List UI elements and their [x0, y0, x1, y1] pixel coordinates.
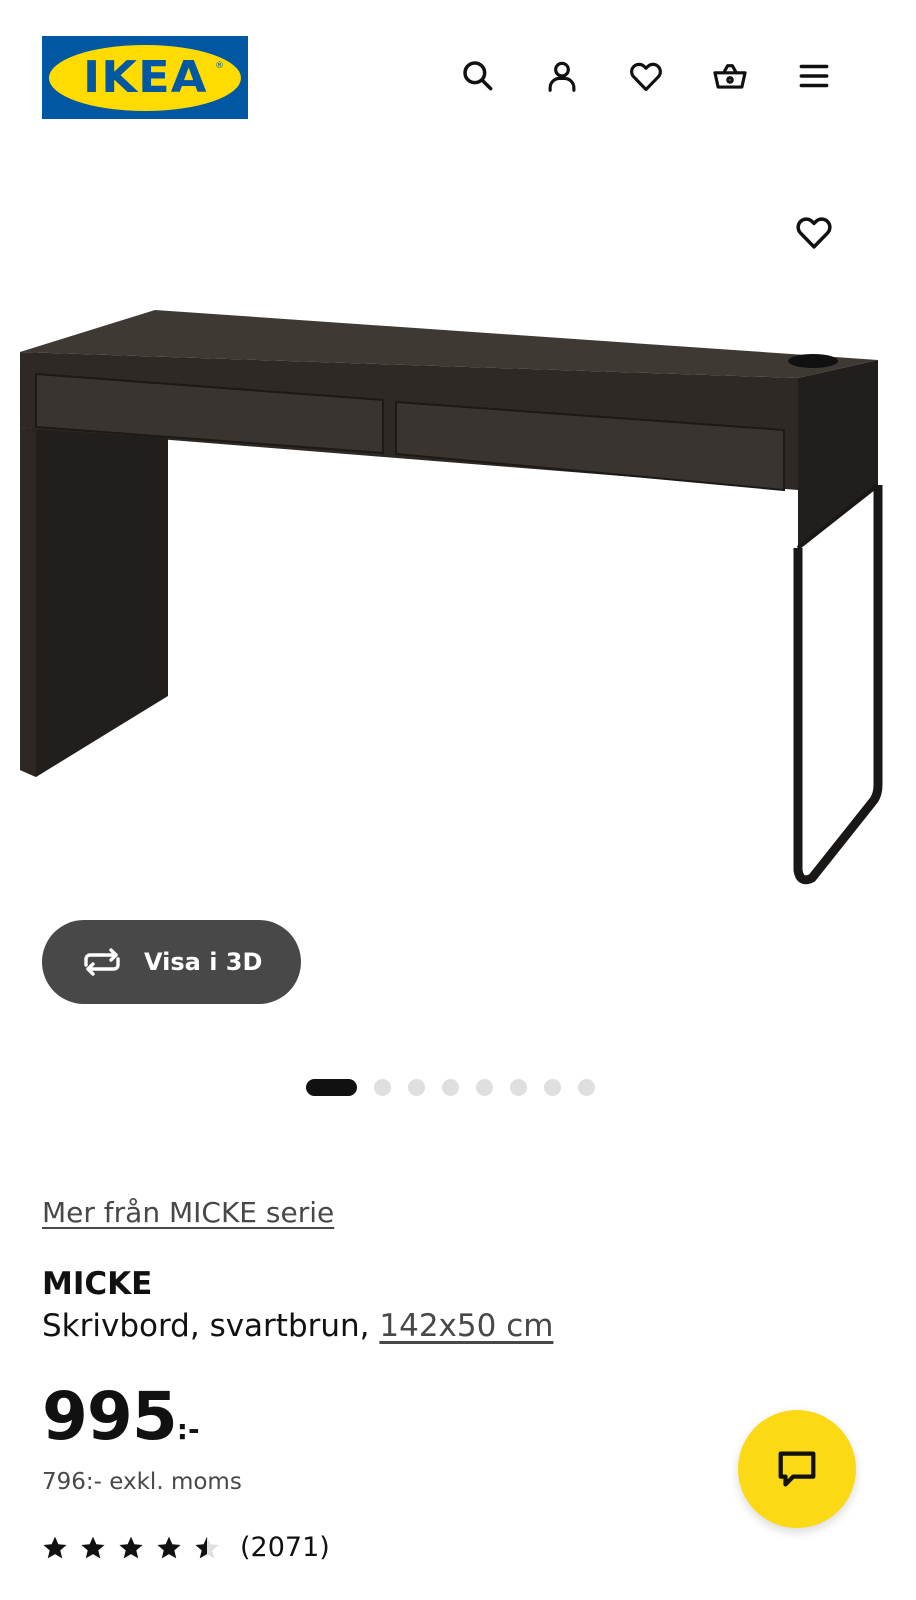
- star-full-icon: [119, 1536, 143, 1558]
- star-full-icon: [43, 1536, 67, 1558]
- product-price: 995:-: [42, 1378, 200, 1455]
- star-full-icon: [81, 1536, 105, 1558]
- user-icon[interactable]: [542, 56, 582, 96]
- product-name: MICKE: [42, 1266, 153, 1302]
- add-to-favorites-icon[interactable]: [793, 211, 835, 253]
- image-carousel-indicator: [306, 1078, 595, 1096]
- price-excl-vat: 796:- exkl. moms: [42, 1469, 242, 1495]
- review-count[interactable]: (2071): [240, 1532, 330, 1563]
- carousel-dot[interactable]: [578, 1078, 595, 1096]
- basket-icon[interactable]: [710, 56, 750, 96]
- series-link[interactable]: Mer från MICKE serie: [42, 1196, 334, 1229]
- ikea-logo[interactable]: IKEA ®: [42, 36, 248, 119]
- carousel-dot[interactable]: [374, 1078, 391, 1096]
- price-suffix: :-: [176, 1413, 200, 1446]
- star-half-icon: [195, 1536, 219, 1558]
- product-size-link[interactable]: 142x50 cm: [379, 1308, 553, 1344]
- heart-icon[interactable]: [626, 56, 666, 96]
- site-header: IKEA ®: [0, 0, 916, 150]
- price-integer: 995: [42, 1378, 178, 1455]
- chat-icon: [778, 1451, 816, 1487]
- carousel-dot[interactable]: [408, 1078, 425, 1096]
- product-type: Skrivbord, svartbrun,: [42, 1308, 380, 1344]
- search-icon[interactable]: [458, 56, 498, 96]
- menu-icon[interactable]: [794, 56, 834, 96]
- product-description: Skrivbord, svartbrun, 142x50 cm: [42, 1308, 553, 1344]
- carousel-dot-active[interactable]: [306, 1078, 357, 1096]
- product-rating[interactable]: (2071): [42, 1532, 330, 1563]
- view-in-3d-button[interactable]: Visa i 3D: [42, 920, 301, 1004]
- carousel-dot[interactable]: [510, 1078, 527, 1096]
- logo-text: IKEA: [82, 52, 208, 103]
- carousel-dot[interactable]: [442, 1078, 459, 1096]
- rotate-3d-icon: [80, 947, 124, 977]
- view-in-3d-label: Visa i 3D: [144, 948, 263, 976]
- product-image[interactable]: [0, 290, 916, 910]
- logo-registered-mark: ®: [215, 60, 224, 71]
- logo-oval: IKEA ®: [49, 44, 241, 111]
- chat-button[interactable]: [738, 1410, 856, 1528]
- carousel-dot[interactable]: [476, 1078, 493, 1096]
- star-full-icon: [157, 1536, 181, 1558]
- carousel-dot[interactable]: [544, 1078, 561, 1096]
